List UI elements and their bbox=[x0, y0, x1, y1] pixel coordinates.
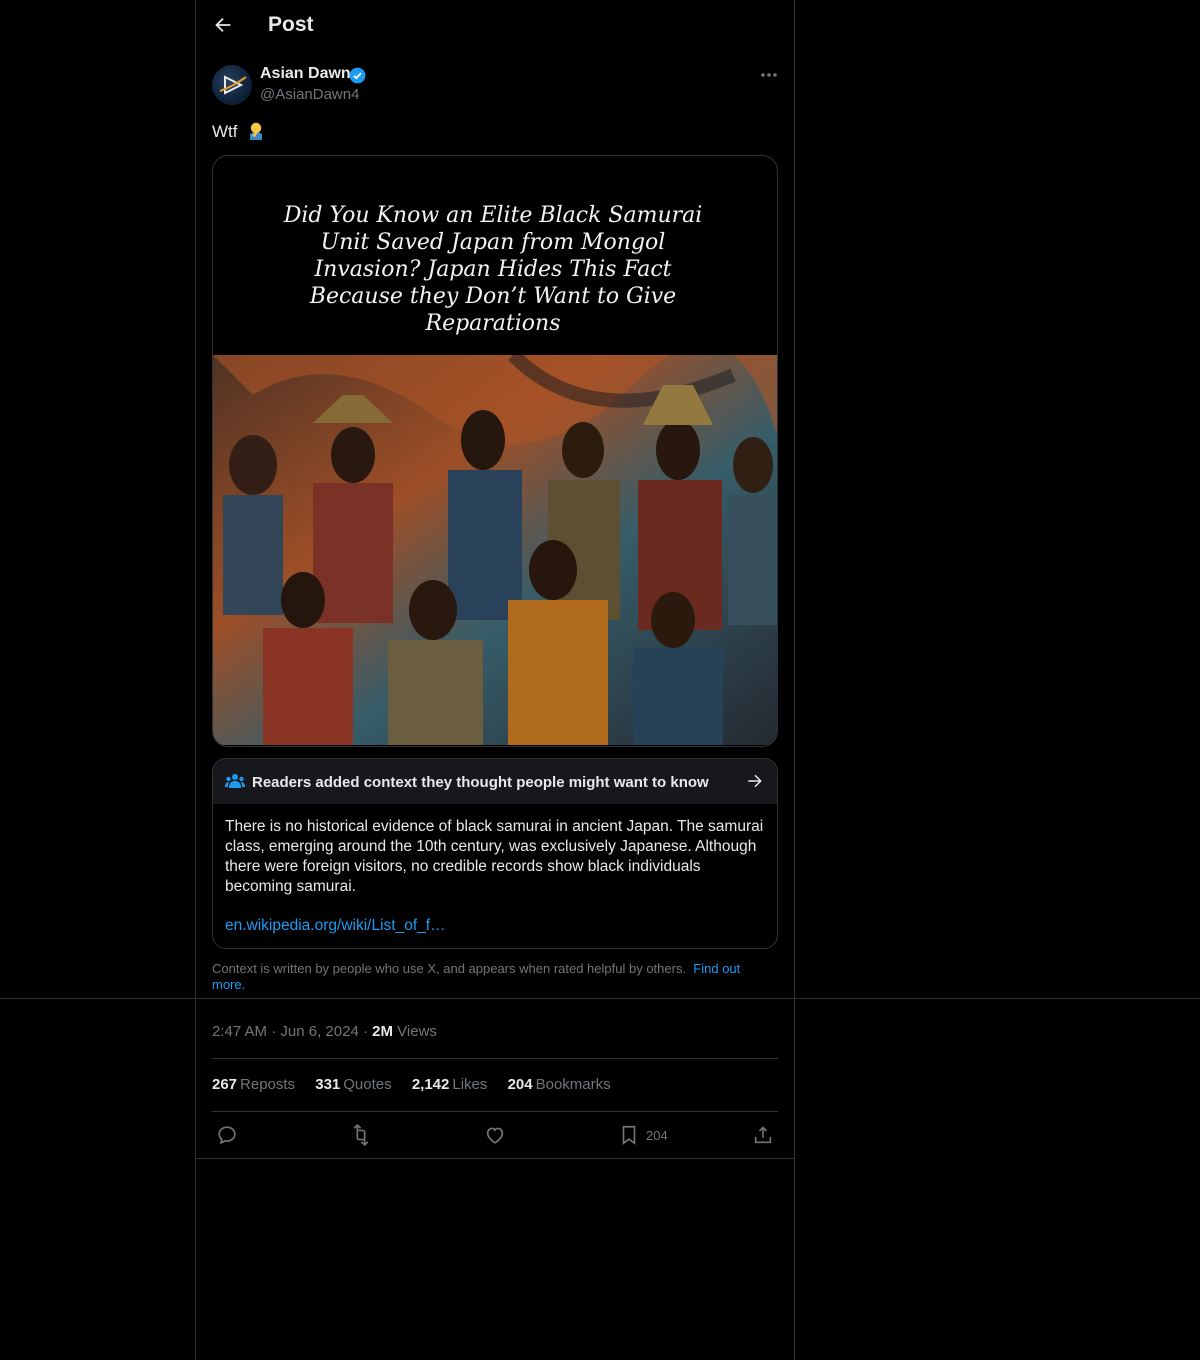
repost-button[interactable] bbox=[350, 1124, 372, 1146]
meta-separator: · bbox=[362, 1023, 368, 1040]
reposts-stat[interactable]: 267 Reposts bbox=[212, 1076, 295, 1093]
views-count: 2M bbox=[372, 1023, 393, 1040]
arrow-right-icon bbox=[748, 774, 762, 788]
repost-icon bbox=[353, 1124, 369, 1146]
man-facepalming-emoji-icon bbox=[250, 122, 263, 140]
divider bbox=[212, 1058, 778, 1059]
disclaimer-text: Context is written by people who use X, … bbox=[212, 961, 687, 976]
like-icon bbox=[486, 1127, 504, 1144]
community-note-title: Readers added context they thought peopl… bbox=[252, 774, 709, 791]
post-date[interactable]: Jun 6, 2024 bbox=[280, 1023, 358, 1040]
author-name[interactable]: Asian Dawn bbox=[260, 65, 351, 83]
divider bbox=[212, 1111, 778, 1112]
bookmark-icon bbox=[622, 1125, 636, 1145]
post-meta: 2:47 AM · Jun 6, 2024 · 2M Views bbox=[212, 1023, 437, 1040]
community-note-body: There is no historical evidence of black… bbox=[225, 818, 764, 895]
verified-badge-icon bbox=[349, 67, 366, 84]
engagement-stats: 267 Reposts 331 Quotes 2,142 Likes 204 Bookm… bbox=[212, 1076, 627, 1093]
post-column: Post Asian Dawn @AsianDawn4 Wtf Did You … bbox=[195, 0, 795, 1360]
people-icon bbox=[225, 774, 245, 788]
community-note-header[interactable]: Readers added context they thought peopl… bbox=[213, 759, 777, 804]
reply-icon bbox=[218, 1126, 236, 1145]
community-note-link[interactable]: en.wikipedia.org/wiki/List_of_f… bbox=[225, 917, 446, 935]
meta-separator: · bbox=[271, 1023, 277, 1040]
post-image[interactable]: Did You Know an Elite Black Samurai Unit… bbox=[212, 155, 778, 747]
views-label: Views bbox=[397, 1023, 437, 1040]
post-time[interactable]: 2:47 AM bbox=[212, 1023, 267, 1040]
back-arrow-icon[interactable] bbox=[212, 14, 234, 36]
likes-stat[interactable]: 2,142 Likes bbox=[412, 1076, 488, 1093]
samurai-painting bbox=[213, 355, 777, 745]
community-note: Readers added context they thought peopl… bbox=[212, 758, 778, 949]
share-icon bbox=[754, 1126, 772, 1144]
reply-button[interactable] bbox=[216, 1124, 238, 1146]
divider bbox=[196, 1158, 794, 1159]
bookmarks-stat[interactable]: 204 Bookmarks bbox=[508, 1076, 611, 1093]
post-text: Wtf bbox=[212, 120, 266, 142]
quotes-stat[interactable]: 331 Quotes bbox=[315, 1076, 391, 1093]
more-icon[interactable] bbox=[756, 65, 782, 85]
author-handle[interactable]: @AsianDawn4 bbox=[260, 86, 359, 103]
note-disclaimer: Context is written by people who use X, … bbox=[212, 961, 772, 993]
post-header: Post bbox=[196, 0, 794, 54]
share-button[interactable] bbox=[752, 1124, 774, 1146]
bookmark-count: 204 bbox=[646, 1127, 668, 1143]
image-caption: Did You Know an Elite Black Samurai Unit… bbox=[283, 203, 703, 336]
bookmark-button[interactable]: 204 bbox=[618, 1124, 668, 1146]
like-button[interactable] bbox=[484, 1124, 506, 1146]
avatar[interactable] bbox=[212, 65, 252, 105]
section-divider bbox=[0, 998, 1200, 999]
post-text-content: Wtf bbox=[212, 122, 238, 141]
page-title: Post bbox=[268, 13, 314, 36]
